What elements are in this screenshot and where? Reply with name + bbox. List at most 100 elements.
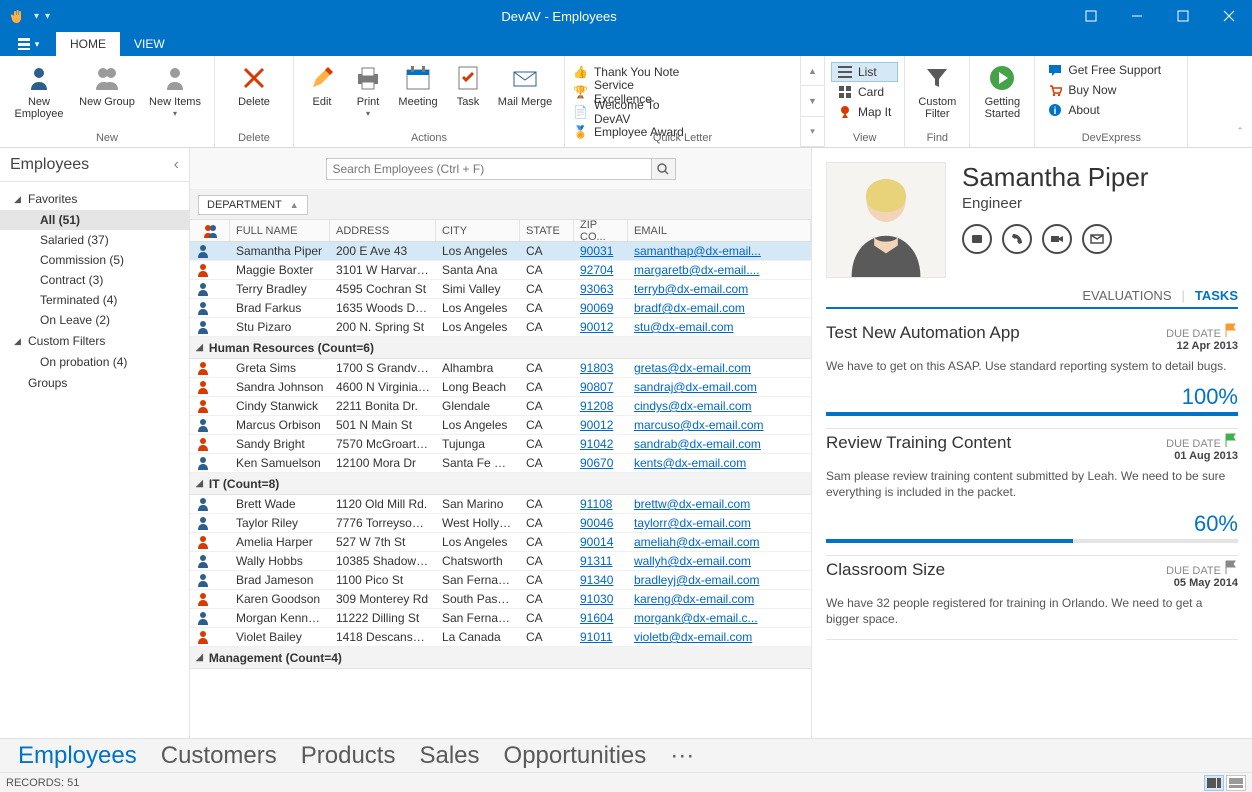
tree-group[interactable]: ◢Favorites: [0, 188, 189, 210]
zip-link[interactable]: 91042: [574, 437, 628, 451]
table-row[interactable]: Cindy Stanwick2211 Bonita Dr.GlendaleCA9…: [190, 397, 811, 416]
view-card-button[interactable]: Card: [831, 82, 898, 102]
maximize-button[interactable]: [1160, 0, 1206, 32]
tab-view[interactable]: VIEW: [120, 32, 179, 56]
email-link[interactable]: terryb@dx-email.com: [628, 282, 811, 296]
custom-filter-button[interactable]: Custom Filter: [911, 60, 963, 120]
ql-expand-icon[interactable]: ▾: [801, 117, 824, 147]
minimize-button[interactable]: [1114, 0, 1160, 32]
tree-item[interactable]: Commission (5): [0, 250, 189, 270]
nav-tab[interactable]: Sales: [419, 742, 479, 770]
email-link[interactable]: sandrab@dx-email.com: [628, 437, 811, 451]
close-button[interactable]: [1206, 0, 1252, 32]
table-row[interactable]: Samantha Piper200 E Ave 43Los AngelesCA9…: [190, 242, 811, 261]
email-link[interactable]: ameliah@dx-email.com: [628, 535, 811, 549]
zip-link[interactable]: 91604: [574, 611, 628, 625]
chat-icon[interactable]: [962, 224, 992, 254]
group-row[interactable]: ◢Management (Count=4): [190, 647, 811, 669]
search-input[interactable]: [326, 158, 652, 180]
print-button[interactable]: Print▾: [346, 60, 390, 119]
zip-link[interactable]: 90014: [574, 535, 628, 549]
email-link[interactable]: cindys@dx-email.com: [628, 399, 811, 413]
tab-tasks[interactable]: TASKS: [1195, 288, 1238, 303]
email-link[interactable]: kareng@dx-email.com: [628, 592, 811, 606]
nav-tab[interactable]: Customers: [161, 742, 277, 770]
zip-link[interactable]: 90670: [574, 456, 628, 470]
zip-link[interactable]: 90807: [574, 380, 628, 394]
table-row[interactable]: Wally Hobbs10385 Shadow O...ChatsworthCA…: [190, 552, 811, 571]
email-link[interactable]: stu@dx-email.com: [628, 320, 811, 334]
mail-merge-button[interactable]: Mail Merge: [492, 60, 558, 119]
layout-detail-bottom-icon[interactable]: [1226, 775, 1246, 791]
mail-icon[interactable]: [1082, 224, 1112, 254]
view-list-button[interactable]: List: [831, 62, 898, 82]
table-row[interactable]: Amelia Harper527 W 7th StLos AngelesCA90…: [190, 533, 811, 552]
zip-link[interactable]: 91030: [574, 592, 628, 606]
email-link[interactable]: margaretb@dx-email....: [628, 263, 811, 277]
table-row[interactable]: Taylor Riley7776 Torreyson DrWest Hollyw…: [190, 514, 811, 533]
tree-group[interactable]: ◢Custom Filters: [0, 330, 189, 352]
group-row[interactable]: ◢IT (Count=8): [190, 473, 811, 495]
table-row[interactable]: Terry Bradley4595 Cochran StSimi ValleyC…: [190, 280, 811, 299]
zip-link[interactable]: 91340: [574, 573, 628, 587]
nav-tab[interactable]: Opportunities: [504, 742, 647, 770]
tree-item[interactable]: Salaried (37): [0, 230, 189, 250]
video-icon[interactable]: [1042, 224, 1072, 254]
zip-link[interactable]: 91208: [574, 399, 628, 413]
table-row[interactable]: Marcus Orbison501 N Main StLos AngelesCA…: [190, 416, 811, 435]
email-link[interactable]: bradleyj@dx-email.com: [628, 573, 811, 587]
email-link[interactable]: marcuso@dx-email.com: [628, 418, 811, 432]
collapse-ribbon-icon[interactable]: ＾: [1234, 126, 1246, 143]
tab-evaluations[interactable]: EVALUATIONS: [1082, 288, 1171, 303]
email-link[interactable]: morgank@dx-email.c...: [628, 611, 811, 625]
tree-group[interactable]: Groups: [0, 372, 189, 394]
getting-started-button[interactable]: Getting Started: [976, 60, 1028, 120]
sidebar-collapse-icon[interactable]: ‹: [174, 156, 179, 174]
group-row[interactable]: ◢Human Resources (Count=6): [190, 337, 811, 359]
table-row[interactable]: Sandra Johnson4600 N Virginia Rd.Long Be…: [190, 378, 811, 397]
about-button[interactable]: iAbout: [1041, 100, 1181, 120]
email-link[interactable]: samanthap@dx-email...: [628, 244, 811, 258]
group-by-chip[interactable]: DEPARTMENT▲: [198, 195, 308, 215]
table-row[interactable]: Brad Jameson1100 Pico StSan FernandoCA91…: [190, 571, 811, 590]
zip-link[interactable]: 91311: [574, 554, 628, 568]
table-row[interactable]: Ken Samuelson12100 Mora DrSanta Fe Spri.…: [190, 454, 811, 473]
task-button[interactable]: Task: [446, 60, 490, 119]
qa-dropdown-icon[interactable]: ▾: [34, 11, 39, 22]
ribbon-display-options[interactable]: [1068, 0, 1114, 32]
nav-tab[interactable]: Employees: [18, 742, 137, 770]
tree-item[interactable]: All (51): [0, 210, 189, 230]
email-link[interactable]: kents@dx-email.com: [628, 456, 811, 470]
quick-letter-item[interactable]: 📄Welcome To DevAV: [573, 102, 693, 122]
email-link[interactable]: taylorr@dx-email.com: [628, 516, 811, 530]
zip-link[interactable]: 91011: [574, 630, 628, 644]
table-row[interactable]: Stu Pizaro200 N. Spring StLos AngelesCA9…: [190, 318, 811, 337]
tree-item[interactable]: On Leave (2): [0, 310, 189, 330]
tab-home[interactable]: HOME: [56, 32, 120, 56]
table-row[interactable]: Greta Sims1700 S Grandview...AlhambraCA9…: [190, 359, 811, 378]
zip-link[interactable]: 91803: [574, 361, 628, 375]
new-group-button[interactable]: New Group: [74, 60, 140, 120]
zip-link[interactable]: 90012: [574, 418, 628, 432]
table-row[interactable]: Karen Goodson309 Monterey RdSouth Pasad.…: [190, 590, 811, 609]
buy-now-button[interactable]: Buy Now: [1041, 80, 1181, 100]
table-row[interactable]: Violet Bailey1418 Descanso DrLa CanadaCA…: [190, 628, 811, 647]
tree-item[interactable]: Contract (3): [0, 270, 189, 290]
layout-detail-right-icon[interactable]: [1204, 775, 1224, 791]
meeting-button[interactable]: Meeting: [392, 60, 444, 119]
zip-link[interactable]: 90012: [574, 320, 628, 334]
get-support-button[interactable]: Get Free Support: [1041, 60, 1181, 80]
zip-link[interactable]: 90069: [574, 301, 628, 315]
email-link[interactable]: brettw@dx-email.com: [628, 497, 811, 511]
file-menu[interactable]: ▾: [0, 32, 56, 56]
col-icon[interactable]: [190, 220, 230, 241]
table-row[interactable]: Brett Wade1120 Old Mill Rd.San MarinoCA9…: [190, 495, 811, 514]
tree-item[interactable]: On probation (4): [0, 352, 189, 372]
email-link[interactable]: gretas@dx-email.com: [628, 361, 811, 375]
email-link[interactable]: violetb@dx-email.com: [628, 630, 811, 644]
zip-link[interactable]: 91108: [574, 497, 628, 511]
delete-button[interactable]: Delete: [221, 60, 287, 108]
ql-down-icon[interactable]: ▼: [801, 86, 824, 116]
nav-tab[interactable]: Products: [301, 742, 396, 770]
table-row[interactable]: Sandy Bright7570 McGroarty TerTujungaCA9…: [190, 435, 811, 454]
